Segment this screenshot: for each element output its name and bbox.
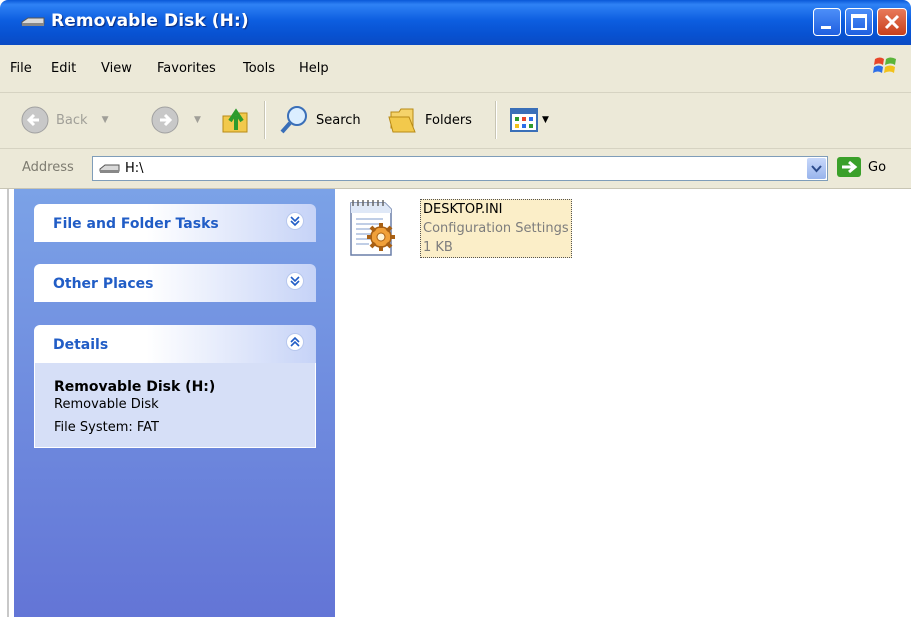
- forward-button[interactable]: ▼: [150, 100, 201, 140]
- go-button[interactable]: Go: [836, 156, 886, 178]
- minimize-button[interactable]: [813, 8, 841, 36]
- title-bar[interactable]: Removable Disk (H:): [0, 0, 911, 45]
- menu-view[interactable]: View: [101, 61, 132, 76]
- explorer-window: Removable Disk (H:) File Edit View Favor…: [0, 0, 911, 617]
- back-arrow-icon: [21, 106, 49, 134]
- file-label: DESKTOP.INI Configuration Settings 1 KB: [420, 199, 572, 258]
- other-places-panel: Other Places: [34, 264, 316, 302]
- address-value: H:\: [125, 161, 144, 176]
- expand-chevron-icon[interactable]: [286, 212, 304, 230]
- menu-bar: File Edit View Favorites Tools Help: [0, 45, 911, 93]
- close-button[interactable]: [877, 8, 907, 36]
- address-input[interactable]: H:\: [92, 156, 828, 181]
- forward-dropdown-icon[interactable]: ▼: [194, 115, 201, 125]
- file-folder-tasks-title: File and Folder Tasks: [53, 216, 219, 232]
- window-title: Removable Disk (H:): [51, 11, 249, 31]
- removable-disk-icon: [99, 164, 120, 173]
- other-places-header[interactable]: Other Places: [34, 264, 316, 302]
- views-dropdown-icon[interactable]: ▼: [542, 115, 549, 125]
- folders-button[interactable]: Folders: [387, 100, 472, 140]
- minimize-icon: [821, 26, 831, 29]
- address-label: Address: [22, 160, 74, 175]
- menu-favorites[interactable]: Favorites: [157, 61, 216, 76]
- menu-file[interactable]: File: [10, 61, 32, 76]
- up-folder-icon: [222, 108, 248, 133]
- details-body: Removable Disk (H:) Removable Disk File …: [34, 363, 316, 448]
- back-dropdown-icon[interactable]: ▼: [102, 115, 109, 125]
- file-folder-tasks-header[interactable]: File and Folder Tasks: [34, 204, 316, 242]
- toolbar: Back ▼ ▼ Search Folders ▼: [0, 93, 911, 149]
- removable-disk-icon: [21, 17, 45, 26]
- details-type: Removable Disk: [54, 397, 159, 412]
- chevron-down-icon: [811, 165, 822, 173]
- views-icon: [510, 108, 538, 132]
- close-icon: [884, 14, 900, 30]
- other-places-title: Other Places: [53, 276, 154, 292]
- search-button[interactable]: Search: [278, 100, 361, 140]
- task-pane: File and Folder Tasks Other Places Detai…: [14, 189, 335, 617]
- menu-tools[interactable]: Tools: [243, 61, 275, 76]
- views-button[interactable]: ▼: [509, 100, 549, 140]
- details-panel: Details Removable Disk (H:) Removable Di…: [34, 325, 316, 448]
- back-label: Back: [56, 112, 88, 128]
- window-left-border-line: [7, 189, 9, 617]
- details-title: Details: [53, 337, 109, 353]
- menu-edit[interactable]: Edit: [51, 61, 76, 76]
- search-label: Search: [316, 112, 361, 128]
- go-label: Go: [868, 159, 887, 175]
- folders-icon: [388, 108, 416, 133]
- address-dropdown-button[interactable]: [807, 158, 826, 179]
- search-icon: [280, 106, 307, 134]
- file-size: 1 KB: [423, 240, 453, 255]
- collapse-chevron-icon[interactable]: [286, 333, 304, 351]
- menu-help[interactable]: Help: [299, 61, 329, 76]
- details-file-system: File System: FAT: [54, 420, 159, 435]
- details-name: Removable Disk (H:): [54, 379, 216, 395]
- maximize-icon: [851, 14, 867, 30]
- back-button[interactable]: Back ▼: [20, 100, 108, 140]
- folders-label: Folders: [425, 112, 472, 128]
- details-header[interactable]: Details: [34, 325, 316, 363]
- file-type: Configuration Settings: [423, 221, 569, 236]
- file-name: DESKTOP.INI: [423, 202, 503, 217]
- expand-chevron-icon[interactable]: [286, 272, 304, 290]
- toolbar-separator: [264, 101, 266, 139]
- forward-arrow-icon: [151, 106, 179, 134]
- go-arrow-icon: [837, 157, 861, 177]
- windows-logo-icon: [873, 57, 896, 73]
- toolbar-separator: [495, 101, 497, 139]
- file-folder-tasks-panel: File and Folder Tasks: [34, 204, 316, 242]
- address-bar: Address H:\ Go: [0, 149, 911, 189]
- file-list-area[interactable]: DESKTOP.INI Configuration Settings 1 KB: [335, 189, 911, 617]
- config-file-icon: [350, 200, 395, 256]
- up-folder-button[interactable]: [220, 100, 252, 140]
- maximize-button[interactable]: [845, 8, 873, 36]
